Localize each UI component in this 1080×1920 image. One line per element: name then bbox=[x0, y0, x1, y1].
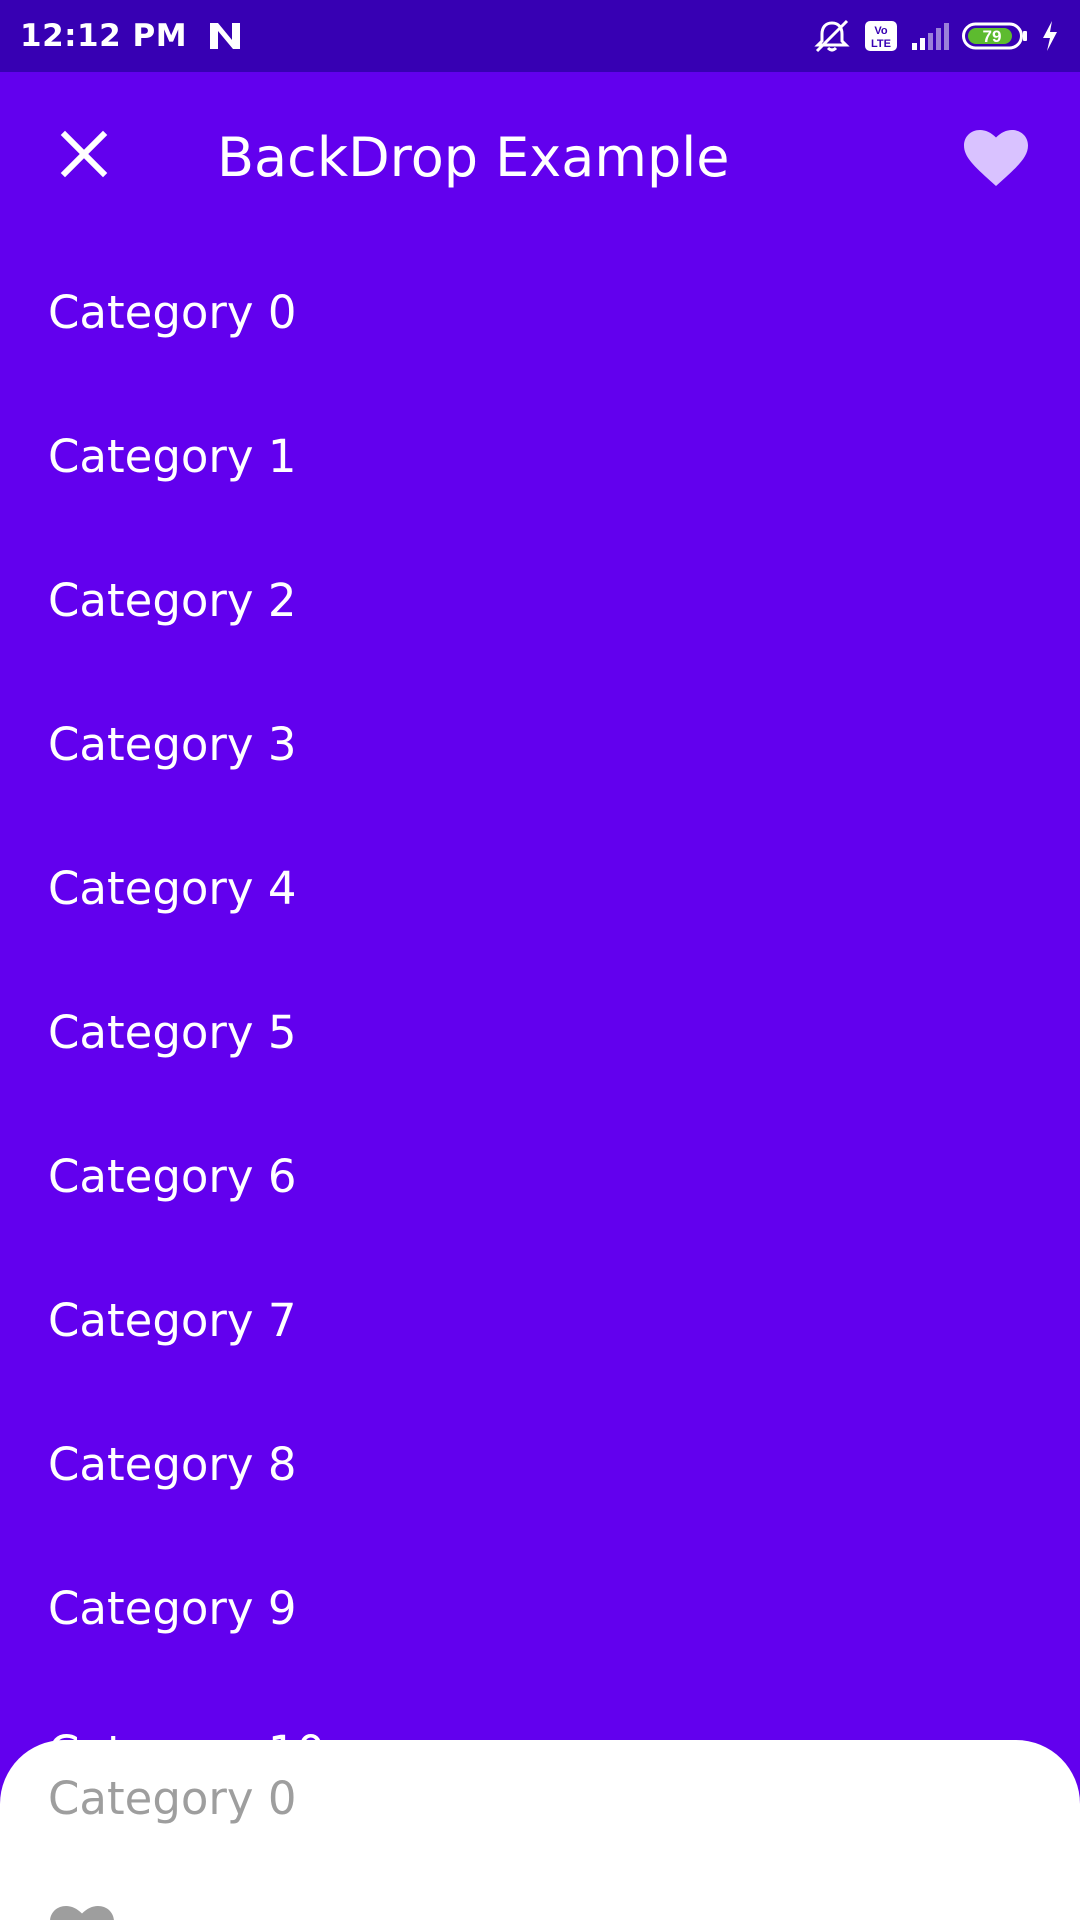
favorite-button[interactable] bbox=[958, 124, 1034, 194]
volte-icon: Vo LTE bbox=[865, 21, 897, 51]
battery-icon: 79 bbox=[962, 22, 1027, 50]
battery-level: 79 bbox=[983, 27, 1002, 46]
signal-icon bbox=[912, 23, 949, 50]
heart-icon bbox=[964, 130, 1028, 186]
category-item-1[interactable]: Category 1 bbox=[48, 430, 297, 483]
alarm-off-icon bbox=[814, 19, 850, 53]
status-bar: 12:12 PM Vo LTE 79 bbox=[0, 0, 1080, 72]
app-bar: BackDrop Example bbox=[0, 72, 1080, 244]
front-layer-title: Category 0 bbox=[48, 1772, 297, 1825]
category-item-5[interactable]: Category 5 bbox=[48, 1006, 297, 1059]
category-item-8[interactable]: Category 8 bbox=[48, 1438, 297, 1491]
volte-bottom-label: LTE bbox=[871, 38, 891, 50]
category-item-7[interactable]: Category 7 bbox=[48, 1294, 297, 1347]
charging-icon bbox=[1043, 21, 1057, 51]
page-title: BackDrop Example bbox=[217, 126, 730, 189]
close-icon bbox=[60, 130, 108, 178]
heart-icon[interactable] bbox=[50, 1906, 114, 1920]
front-layer-sheet[interactable]: Category 0 bbox=[0, 1740, 1080, 1920]
category-item-9[interactable]: Category 9 bbox=[48, 1582, 297, 1635]
category-item-0[interactable]: Category 0 bbox=[48, 286, 297, 339]
category-item-2[interactable]: Category 2 bbox=[48, 574, 297, 627]
screen: 12:12 PM Vo LTE 79 BackDrop Example Cate… bbox=[0, 0, 1080, 1920]
category-item-6[interactable]: Category 6 bbox=[48, 1150, 297, 1203]
close-button[interactable] bbox=[44, 114, 124, 194]
n-logo-icon bbox=[210, 23, 241, 49]
status-time: 12:12 PM bbox=[20, 18, 188, 54]
category-item-3[interactable]: Category 3 bbox=[48, 718, 297, 771]
status-icons: Vo LTE 79 bbox=[812, 0, 1060, 72]
category-item-4[interactable]: Category 4 bbox=[48, 862, 297, 915]
volte-top-label: Vo bbox=[874, 25, 888, 37]
